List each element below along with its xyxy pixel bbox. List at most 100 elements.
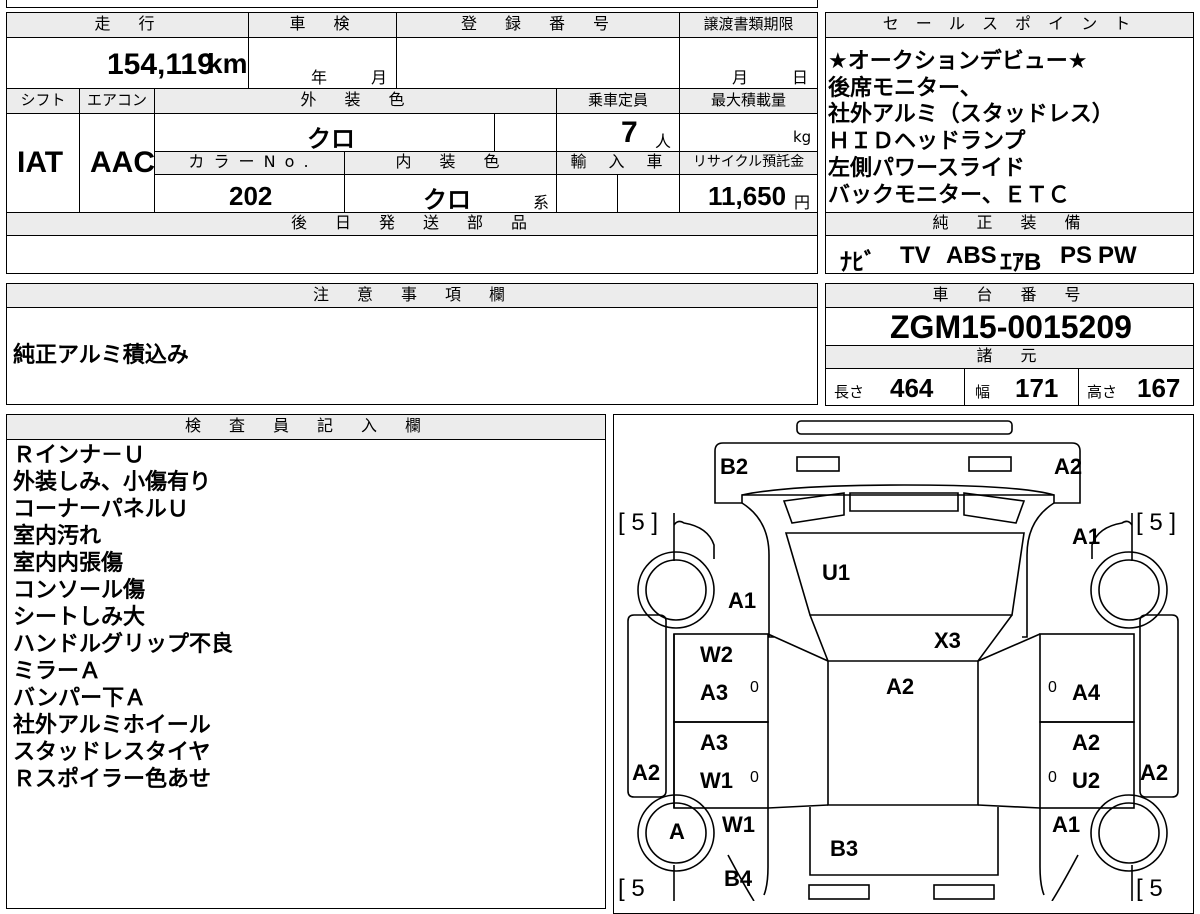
specs-length-cell: 長さ 464 — [825, 368, 965, 406]
chassis-box: ZGM15-0015209 — [825, 307, 1194, 346]
specs-width-cell: 幅 171 — [964, 368, 1079, 406]
sales-line-4: ＨＩＤヘッドランプ — [828, 129, 1026, 154]
interior-color-suffix: 系 — [533, 193, 550, 212]
color-no-header: カ ラ ー N o . — [154, 151, 345, 175]
mark-a1-left: A1 — [728, 588, 757, 613]
registration-header: 登 録 番 号 — [396, 12, 680, 38]
specs-length-label: 長さ — [834, 383, 865, 401]
registration-cell — [396, 37, 680, 89]
inspector-line-3: コーナーパネルＵ — [13, 497, 189, 522]
max-load-cell: kg — [679, 113, 818, 152]
recycle-cell: 11,650 円 — [679, 174, 818, 213]
specs-width-value: 171 — [1015, 373, 1059, 403]
ac-cell: AAC — [79, 113, 155, 213]
sales-line-6: バックモニター、ＥＴＣ — [828, 183, 1070, 208]
inspector-line-6: コンソール傷 — [13, 578, 146, 603]
mark-a2-top: A2 — [1054, 454, 1083, 479]
transfer-day-unit: 日 — [792, 68, 809, 87]
equipment-item-abs: ABS — [946, 242, 997, 269]
exterior-color-value: クロ — [307, 125, 355, 153]
mark-b3: B3 — [830, 836, 859, 861]
mileage-unit: km — [207, 48, 248, 79]
inspector-line-1: Ｒインナ－Ｕ — [13, 443, 146, 468]
mark-w1-left: W1 — [700, 768, 733, 793]
ac-value: AAC — [90, 146, 155, 179]
sales-line-5: 左側パワースライド — [828, 156, 1025, 181]
chassis-value: ZGM15-0015209 — [890, 309, 1132, 345]
mark-u2: U2 — [1072, 768, 1101, 793]
equipment-item-navi: ﾅﾋﾞ — [840, 249, 876, 276]
car-diagram-box: [ 5 ] [ 5 ] [ 5 [ 5 B2 A2 A1 U1 A1 X3 W2… — [613, 414, 1194, 914]
capacity-unit: 人 — [655, 132, 672, 151]
mark-w1-lower: W1 — [722, 812, 755, 837]
sales-point-header: セ ー ル ス ポ イ ン ト — [825, 12, 1194, 38]
notes-text: 純正アルミ積込み — [13, 343, 189, 368]
mileage-header: 走 行 — [6, 12, 249, 38]
import-cell-a — [556, 174, 618, 213]
sales-line-3: 社外アルミ（スタッドレス） — [828, 102, 1114, 127]
mark-a2-center: A2 — [886, 674, 915, 699]
capacity-value: 7 — [621, 116, 638, 149]
import-header: 輸 入 車 — [556, 151, 680, 175]
equipment-box: ﾅﾋﾞ TV ABS ｴｱB PS PW — [825, 235, 1194, 276]
wheel-front-right-icon — [1090, 794, 1168, 872]
shaken-year-unit: 年 — [311, 68, 328, 87]
chassis-header: 車 台 番 号 — [825, 283, 1194, 308]
max-load-unit: kg — [793, 128, 812, 146]
tire-tread-rear-left: [ 5 ] — [618, 509, 659, 536]
interior-color-value: クロ — [423, 186, 471, 214]
sales-line-2: 後席モニター、 — [828, 76, 982, 101]
specs-height-value: 167 — [1137, 373, 1181, 403]
zero-mark-2: 0 — [1048, 679, 1057, 696]
specs-height-label: 高さ — [1087, 383, 1118, 401]
inspector-line-4: 室内汚れ — [13, 524, 102, 549]
later-parts-cell — [6, 235, 818, 274]
equipment-item-ps: PS — [1060, 242, 1093, 269]
mark-a2-left-side: A2 — [632, 760, 661, 785]
inspector-line-11: 社外アルミホイール — [13, 713, 211, 738]
interior-color-cell: クロ 系 — [344, 174, 557, 214]
mark-a3-upper: A3 — [700, 680, 729, 705]
wheel-rear-left-icon — [637, 551, 715, 629]
inspector-line-2: 外装しみ、小傷有り — [13, 470, 212, 495]
tire-tread-front-right: [ 5 — [1136, 875, 1163, 902]
ac-header: エアコン — [79, 88, 155, 114]
specs-length-value: 464 — [890, 373, 934, 403]
inspector-line-7: シートしみ大 — [13, 605, 146, 630]
tire-tread-rear-right: [ 5 ] — [1136, 509, 1177, 536]
inspector-box: Ｒインナ－Ｕ 外装しみ、小傷有り コーナーパネルＵ 室内汚れ 室内内張傷 コンソ… — [6, 439, 606, 909]
zero-mark-3: 0 — [750, 769, 759, 786]
shaken-header: 車 検 — [248, 12, 397, 38]
shift-cell: IAT — [6, 113, 80, 213]
exterior-color-header: 外 装 色 — [154, 88, 557, 114]
max-load-header: 最大積載量 — [679, 88, 818, 114]
specs-width-label: 幅 — [975, 383, 991, 401]
equipment-item-pw: PW — [1098, 242, 1137, 269]
shift-value: IAT — [17, 146, 64, 179]
inspector-line-5: 室内内張傷 — [13, 551, 124, 576]
recycle-value: 11,650 — [708, 181, 787, 211]
capacity-cell: 7 人 — [556, 113, 680, 152]
inspector-line-12: スタッドレスタイヤ — [13, 740, 211, 765]
color-no-cell: 202 — [154, 174, 345, 213]
mark-wheel-a: A — [669, 819, 685, 844]
notes-box: 純正アルミ積込み — [6, 307, 818, 405]
exterior-color-cell: クロ — [154, 113, 495, 153]
equipment-item-airbag: ｴｱB — [1000, 249, 1042, 276]
top-edge-strip — [6, 0, 818, 8]
later-parts-header: 後 日 発 送 部 品 — [6, 212, 818, 236]
transfer-doc-header: 譲渡書類期限 — [679, 12, 818, 38]
mark-b4: B4 — [724, 866, 753, 891]
specs-height-cell: 高さ 167 — [1078, 368, 1194, 406]
import-cell-b — [617, 174, 680, 213]
transfer-month-unit: 月 — [732, 68, 749, 87]
recycle-unit: 円 — [794, 193, 811, 212]
mileage-value: 154,119 — [107, 48, 214, 81]
mark-w2: W2 — [700, 642, 733, 667]
inspector-line-10: バンパー下Ａ — [13, 686, 147, 711]
shaken-month-unit: 月 — [371, 68, 388, 87]
sales-line-1: ★オークションデビュー★ — [828, 49, 1088, 74]
zero-mark-1: 0 — [750, 679, 759, 696]
capacity-header: 乗車定員 — [556, 88, 680, 114]
tire-tread-front-left: [ 5 — [618, 875, 645, 902]
